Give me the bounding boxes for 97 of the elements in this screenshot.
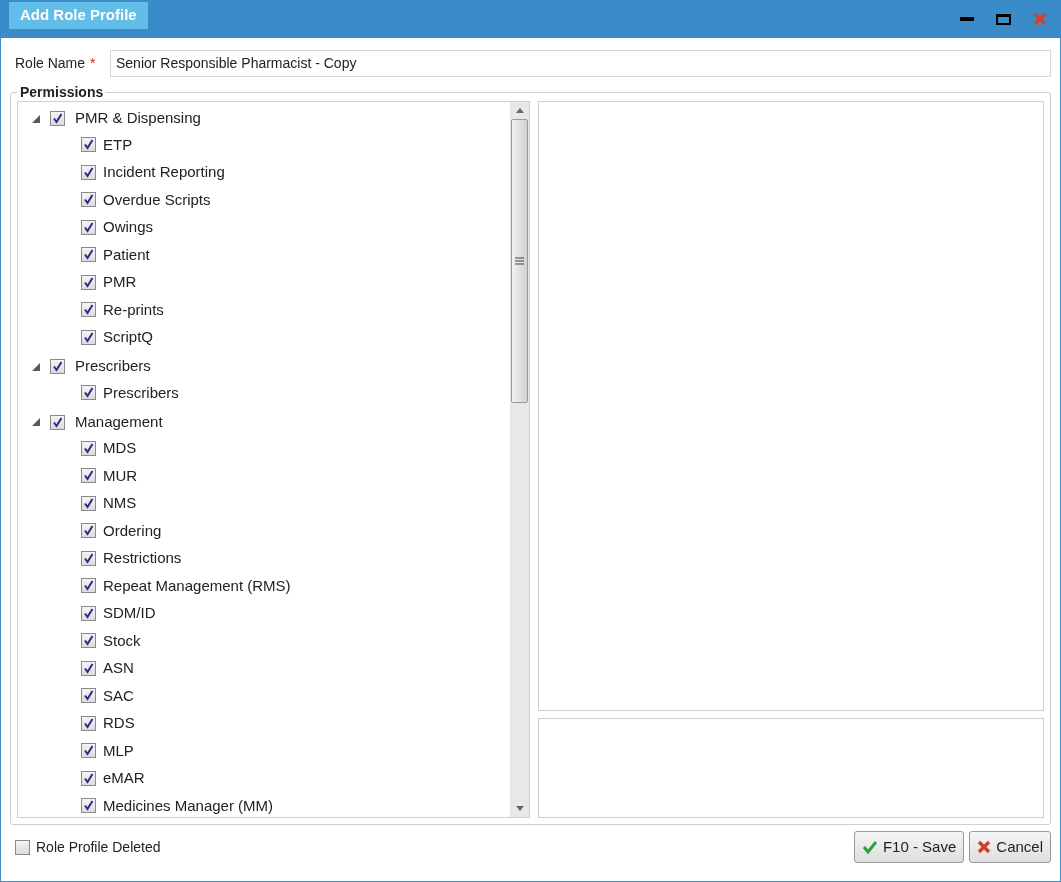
role-name-label: Role Name: [15, 53, 87, 73]
checkmark-icon: [83, 607, 94, 619]
checkbox[interactable]: [81, 660, 96, 676]
scroll-down-icon[interactable]: [515, 806, 524, 811]
checkmark-icon: [83, 580, 94, 592]
scrollbar-thumb[interactable]: [511, 119, 528, 403]
tree-item-label[interactable]: Repeat Management (RMS): [103, 574, 291, 597]
collapse-arrow-icon[interactable]: [32, 362, 40, 371]
checkbox[interactable]: [81, 715, 96, 731]
tree-item-label[interactable]: MLP: [103, 739, 134, 762]
checkbox[interactable]: [81, 192, 96, 208]
checkmark-icon: [83, 497, 94, 509]
checkbox[interactable]: [81, 137, 96, 153]
save-button[interactable]: F10 - Save: [853, 831, 965, 863]
tree-item-label[interactable]: Re-prints: [103, 298, 164, 321]
checkbox[interactable]: [50, 414, 65, 430]
tree-item-label[interactable]: SDM/ID: [103, 602, 156, 625]
tree-item-label[interactable]: ASN: [103, 657, 134, 680]
checkbox[interactable]: [81, 550, 96, 566]
checkmark-icon: [52, 113, 63, 124]
checkmark-icon: [83, 331, 94, 343]
tree-group-label[interactable]: Prescribers: [75, 355, 151, 378]
tree-item-label[interactable]: Stock: [103, 629, 141, 652]
tree-item-label[interactable]: ETP: [103, 133, 133, 156]
checkmark-icon: [83, 442, 94, 454]
tree-item-label[interactable]: Prescribers: [103, 381, 179, 404]
tree-item-label[interactable]: PMR: [103, 271, 137, 294]
checkbox[interactable]: [81, 164, 96, 180]
checkbox[interactable]: [81, 798, 96, 814]
checkmark-icon: [83, 276, 94, 288]
scroll-up-icon[interactable]: [515, 108, 524, 113]
checkbox[interactable]: [81, 468, 96, 484]
tree-item-label[interactable]: ScriptQ: [103, 326, 153, 349]
tree-item-label[interactable]: RDS: [103, 712, 135, 735]
tree-item-label[interactable]: Incident Reporting: [103, 161, 225, 184]
checkmark-icon: [83, 221, 94, 233]
checkbox[interactable]: [81, 302, 96, 318]
checkbox[interactable]: [15, 839, 30, 855]
tree-item-label[interactable]: NMS: [103, 492, 137, 515]
checkmark-icon: [52, 361, 63, 372]
checkmark-icon: [83, 800, 94, 812]
checkmark-icon: [83, 690, 94, 702]
checkbox[interactable]: [50, 359, 65, 374]
close-icon: [977, 840, 992, 854]
checkmark-icon: [83, 304, 94, 316]
tree-item-label[interactable]: SAC: [103, 684, 134, 707]
scrollbar[interactable]: [510, 102, 529, 817]
grip-icon: [515, 257, 524, 265]
collapse-arrow-icon[interactable]: [32, 114, 40, 123]
maximize-icon[interactable]: [996, 13, 1011, 25]
checkbox[interactable]: [81, 605, 96, 621]
checkmark-icon: [83, 662, 94, 674]
checkbox[interactable]: [81, 247, 96, 263]
checkmark-icon: [83, 552, 94, 564]
tree-item-label[interactable]: MDS: [103, 437, 137, 460]
checkmark-icon: [83, 194, 94, 206]
checkmark-icon: [83, 745, 94, 757]
checkbox[interactable]: [81, 274, 96, 290]
tree-item-label[interactable]: Owings: [103, 216, 154, 239]
tree-group-label[interactable]: Management: [75, 410, 163, 434]
checkbox[interactable]: [81, 523, 96, 539]
checkmark-icon: [83, 166, 94, 178]
role-deleted-label[interactable]: Role Profile Deleted: [36, 836, 161, 858]
checkmark-icon: [83, 772, 94, 784]
checkbox[interactable]: [81, 770, 96, 786]
tree-item-label[interactable]: Patient: [103, 243, 150, 266]
checkbox[interactable]: [81, 440, 96, 456]
collapse-arrow-icon[interactable]: [32, 418, 40, 426]
window-title: Add Role Profile: [9, 2, 148, 29]
tree-item-label[interactable]: eMAR: [103, 767, 145, 790]
tree-group-label[interactable]: PMR & Dispensing: [75, 107, 201, 130]
checkbox[interactable]: [81, 578, 96, 594]
checkbox[interactable]: [81, 329, 96, 345]
tree-item-label[interactable]: Overdue Scripts: [103, 188, 211, 211]
tree-item-label[interactable]: Medicines Manager (MM): [103, 794, 274, 817]
checkbox[interactable]: [81, 743, 96, 759]
checkmark-icon: [83, 470, 94, 482]
checkmark-icon: [83, 249, 94, 261]
cancel-button[interactable]: Cancel: [969, 831, 1051, 863]
tree-item-label[interactable]: MUR: [103, 464, 138, 487]
checkbox[interactable]: [81, 385, 96, 401]
checkmark-icon: [83, 717, 94, 729]
tree-item-label[interactable]: Restrictions: [103, 547, 182, 570]
role-name-field[interactable]: Senior Responsible Pharmacist - Copy: [110, 49, 1051, 77]
required-mark: *: [90, 53, 97, 73]
checkbox[interactable]: [81, 633, 96, 649]
tree-item-label[interactable]: Ordering: [103, 519, 162, 542]
checkmark-icon: [52, 416, 63, 428]
checkbox[interactable]: [81, 495, 96, 511]
checkmark-icon: [83, 139, 94, 151]
checkmark-icon: [861, 840, 878, 854]
checkbox[interactable]: [50, 111, 65, 126]
checkbox[interactable]: [81, 219, 96, 235]
checkmark-icon: [83, 387, 94, 399]
checkbox[interactable]: [81, 688, 96, 704]
checkmark-icon: [83, 635, 94, 647]
checkmark-icon: [83, 525, 94, 537]
